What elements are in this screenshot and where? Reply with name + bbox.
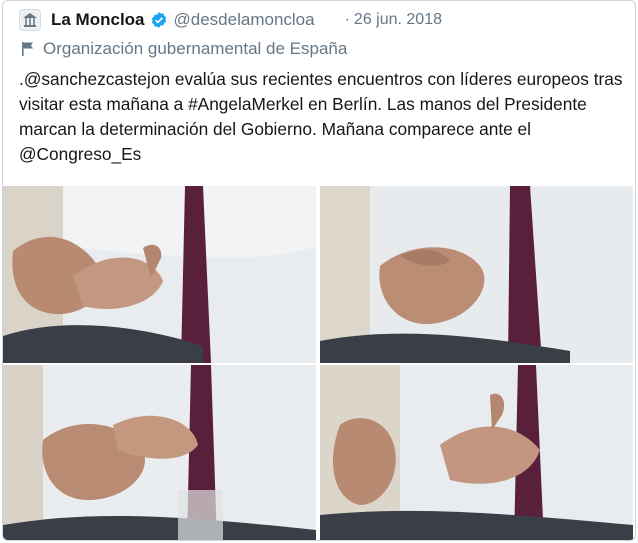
flag-icon — [22, 42, 33, 56]
account-name[interactable]: La Moncloa — [51, 10, 145, 30]
date-text: 26 jun. 2018 — [353, 11, 442, 28]
photo-4[interactable] — [320, 365, 633, 540]
avatar[interactable] — [19, 9, 41, 31]
mention-link[interactable]: @sanchezcastejon — [24, 69, 170, 89]
separator-dot: · — [344, 11, 350, 28]
photo-hands-1 — [3, 186, 316, 363]
account-handle[interactable]: @desdelamoncloa — [174, 10, 315, 30]
government-building-icon — [23, 13, 37, 27]
photo-hands-3 — [3, 365, 316, 540]
photo-1[interactable] — [3, 186, 316, 363]
mention-link[interactable]: @Congreso_Es — [19, 144, 141, 164]
photo-hands-4 — [320, 365, 633, 540]
hashtag-link[interactable]: #AngelaMerkel — [188, 94, 303, 114]
verified-badge-icon — [151, 12, 166, 28]
photo-grid — [3, 186, 635, 540]
tweet-date[interactable]: · 26 jun. 2018 — [345, 11, 442, 29]
tweet-card[interactable]: La Moncloa @desdelamoncloa · 26 jun. 2018… — [2, 0, 636, 541]
photo-hands-2 — [320, 186, 633, 363]
label-text: Organización gubernamental de España — [43, 39, 348, 58]
photo-2[interactable] — [320, 186, 633, 363]
tweet-text: .@sanchezcastejon evalúa sus recientes e… — [19, 67, 625, 167]
photo-3[interactable] — [3, 365, 316, 540]
account-label: Organización gubernamental de España — [21, 39, 347, 59]
tweet-header: La Moncloa @desdelamoncloa · 26 jun. 2018 — [19, 7, 442, 33]
